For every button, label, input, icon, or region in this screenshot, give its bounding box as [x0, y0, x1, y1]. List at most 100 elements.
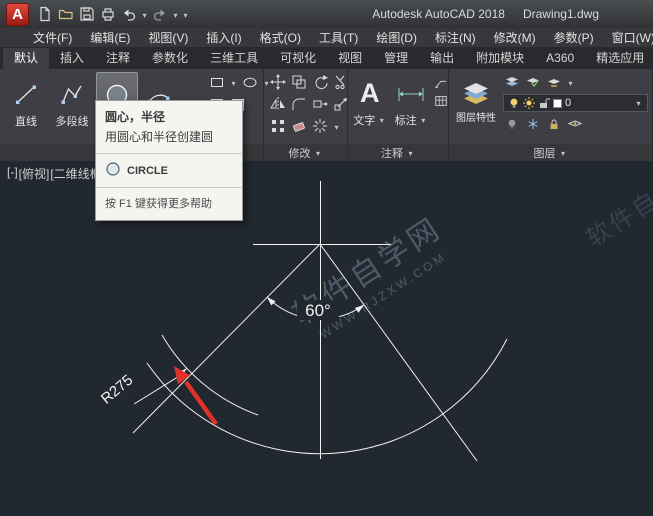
- move-button[interactable]: [269, 73, 287, 91]
- menu-item-parametric[interactable]: 参数(P): [545, 28, 603, 48]
- new-file-button[interactable]: [35, 4, 55, 24]
- text-button[interactable]: A 文字: [351, 71, 389, 143]
- tab-featured-apps[interactable]: 精选应用: [585, 48, 653, 69]
- tooltip-description: 用圆心和半径创建圆: [96, 126, 242, 153]
- trim-icon: [333, 74, 349, 90]
- plot-button[interactable]: [98, 4, 118, 24]
- tab-manage[interactable]: 管理: [373, 48, 419, 69]
- watermark-partial: 软件自学网: [582, 161, 653, 253]
- viewport-menu-control[interactable]: [-]: [7, 165, 18, 182]
- redo-button[interactable]: [150, 4, 170, 24]
- rectangle-caret-icon[interactable]: [229, 73, 238, 91]
- save-button[interactable]: [77, 4, 97, 24]
- annotate-panel-label[interactable]: 注释: [348, 144, 448, 161]
- layer-freeze-sun-icon[interactable]: [523, 97, 535, 109]
- red-annotation-arrow: [174, 366, 216, 424]
- tab-home[interactable]: 默认: [3, 48, 49, 69]
- match-layer-button[interactable]: [524, 73, 542, 91]
- undo-button[interactable]: [119, 4, 139, 24]
- mirror-button[interactable]: [269, 95, 287, 113]
- previous-layer-icon: [547, 76, 561, 88]
- leader-button[interactable]: [434, 76, 448, 90]
- layer-lock-icon[interactable]: [538, 97, 550, 109]
- menu-item-draw[interactable]: 绘图(D): [367, 28, 426, 48]
- angle-arrowhead-left: [267, 297, 276, 305]
- document-title: Drawing1.dwg: [523, 7, 599, 21]
- layer-lock-button[interactable]: [545, 115, 563, 133]
- modify-more-caret-icon[interactable]: [332, 117, 341, 135]
- explode-button[interactable]: [311, 117, 329, 135]
- qat-customize-caret-icon[interactable]: [181, 5, 190, 23]
- padlock-icon: [548, 118, 560, 130]
- erase-icon: [291, 118, 307, 134]
- explode-icon: [312, 118, 328, 134]
- stretch-button[interactable]: [311, 95, 329, 113]
- erase-button[interactable]: [290, 117, 308, 135]
- copy-button[interactable]: [290, 73, 308, 91]
- layer-tools-caret-icon[interactable]: [566, 73, 575, 91]
- tab-insert[interactable]: 插入: [49, 48, 95, 69]
- layer-properties-button[interactable]: 图层特性: [453, 72, 499, 144]
- layer-freeze-button[interactable]: [524, 115, 542, 133]
- layers-panel-caret-icon: [559, 147, 568, 159]
- line-button-label: 直线: [15, 113, 37, 129]
- tab-parametric[interactable]: 参数化: [141, 48, 199, 69]
- rotate-button[interactable]: [311, 73, 329, 91]
- modify-panel-label[interactable]: 修改: [264, 144, 347, 161]
- bulb-off-icon: [506, 118, 518, 130]
- menu-item-insert[interactable]: 插入(I): [197, 28, 250, 48]
- rectangle-icon: [209, 74, 225, 90]
- tooltip-command-name: CIRCLE: [127, 165, 168, 177]
- table-button[interactable]: [434, 94, 448, 108]
- line-button[interactable]: 直线: [4, 72, 48, 144]
- layer-state-button[interactable]: [503, 73, 521, 91]
- layer-dropdown-caret-icon[interactable]: [634, 97, 643, 109]
- menu-item-dimension[interactable]: 标注(N): [426, 28, 485, 48]
- tab-3d-tools[interactable]: 三维工具: [199, 48, 269, 69]
- menu-item-view[interactable]: 视图(V): [139, 28, 197, 48]
- menu-item-tools[interactable]: 工具(T): [310, 28, 367, 48]
- tab-visualize[interactable]: 可视化: [269, 48, 327, 69]
- annotate-small-tools: [434, 71, 448, 143]
- application-menu-button[interactable]: A: [6, 3, 29, 26]
- open-file-button[interactable]: [56, 4, 76, 24]
- undo-dropdown-caret-icon[interactable]: [140, 5, 149, 23]
- menu-item-format[interactable]: 格式(O): [251, 28, 310, 48]
- tab-a360[interactable]: A360: [535, 48, 585, 69]
- menu-item-edit[interactable]: 编辑(E): [81, 28, 139, 48]
- menu-item-file[interactable]: 文件(F): [24, 28, 81, 48]
- redo-dropdown-caret-icon[interactable]: [171, 5, 180, 23]
- ellipse-icon: [242, 74, 258, 90]
- viewport-view-control[interactable]: [俯视]: [19, 165, 50, 182]
- current-layer-name: 0: [565, 97, 571, 109]
- layer-color-swatch[interactable]: [553, 99, 562, 108]
- polyline-button[interactable]: 多段线: [48, 72, 96, 144]
- fillet-icon: [291, 96, 307, 112]
- layer-off-button[interactable]: [503, 115, 521, 133]
- rectangle-button[interactable]: [208, 73, 226, 91]
- tab-annotate[interactable]: 注释: [95, 48, 141, 69]
- dimension-caret-icon[interactable]: [419, 114, 428, 126]
- layer-on-bulb-icon[interactable]: [508, 97, 520, 109]
- fillet-button[interactable]: [290, 95, 308, 113]
- viewport-controls: [-] [俯视] [二维线框]: [7, 165, 105, 182]
- layer-isolate-button[interactable]: [566, 115, 584, 133]
- layers-panel-label[interactable]: 图层: [449, 144, 652, 161]
- ellipse-button[interactable]: [241, 73, 259, 91]
- autocad-logo-icon: A: [12, 6, 23, 23]
- tooltip-help-text: 按 F1 键获得更多帮助: [96, 188, 242, 220]
- menu-item-window[interactable]: 窗口(W): [603, 28, 653, 48]
- text-caret-icon[interactable]: [377, 114, 386, 126]
- dimension-button[interactable]: 标注: [389, 71, 434, 143]
- dimension-icon: [396, 74, 426, 112]
- tab-view[interactable]: 视图: [327, 48, 373, 69]
- array-button[interactable]: [269, 117, 287, 135]
- layer-dropdown[interactable]: 0: [503, 94, 648, 112]
- isolate-layer-icon: [568, 118, 582, 130]
- menu-item-modify[interactable]: 修改(M): [485, 28, 545, 48]
- tab-add-ins[interactable]: 附加模块: [465, 48, 535, 69]
- rotate-icon: [312, 74, 328, 90]
- tab-output[interactable]: 输出: [419, 48, 465, 69]
- previous-layer-button[interactable]: [545, 73, 563, 91]
- redo-icon: [152, 6, 168, 22]
